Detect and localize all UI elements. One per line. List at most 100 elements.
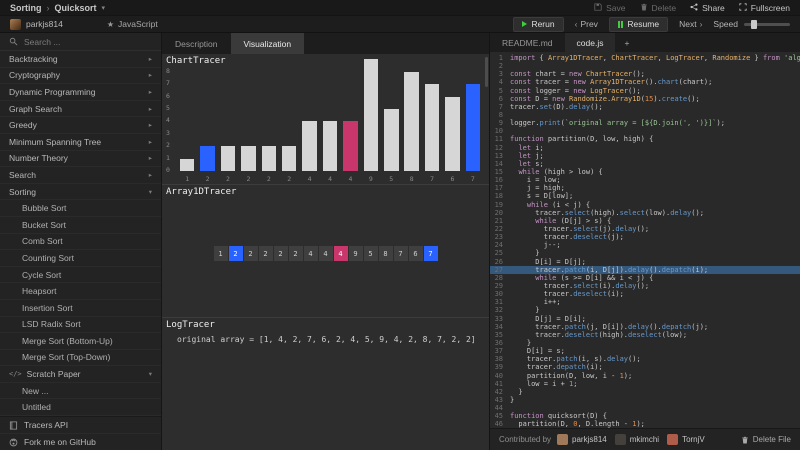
- resume-button[interactable]: Resume: [608, 16, 669, 32]
- sidebar-scratch-items: New ... Untitled: [0, 383, 161, 416]
- chart-x-label: 7: [430, 175, 435, 183]
- code-line: 16 i = low;: [490, 176, 800, 184]
- sidebar-item-comb-sort[interactable]: Comb Sort: [0, 234, 161, 251]
- share-label: Share: [702, 2, 725, 13]
- line-number: 28: [494, 273, 503, 282]
- line-text: }: [510, 338, 532, 347]
- sidebar-item-untitled[interactable]: Untitled: [0, 399, 161, 416]
- array-cell: 4: [318, 246, 333, 261]
- chart-bar-slot: [299, 121, 319, 171]
- delete-file-button[interactable]: Delete File: [741, 435, 791, 444]
- save-button[interactable]: Save: [594, 3, 626, 13]
- line-number: 31: [494, 298, 503, 307]
- code-line: 37 D[i] = s;: [490, 347, 800, 355]
- contributor-name[interactable]: parkjs814: [572, 435, 607, 444]
- code-line: 39 tracer.depatch(i);: [490, 363, 800, 371]
- sidebar-item-counting-sort[interactable]: Counting Sort: [0, 250, 161, 267]
- sidebar-item-search[interactable]: Search ▸: [0, 167, 161, 184]
- code-line: 41 low = i + 1;: [490, 380, 800, 388]
- line-text: tracer.set(D).delay();: [510, 102, 603, 111]
- scrollbar-thumb[interactable]: [485, 57, 488, 87]
- search-input[interactable]: Search ...: [24, 37, 60, 47]
- chart-x-axis: 1 2 2 2 2 2 4 4 4 9 5 8 7 6 7: [177, 175, 483, 183]
- chart-bar-slot: [442, 96, 462, 171]
- line-number: 3: [498, 70, 503, 79]
- username-label[interactable]: parkjs814: [26, 19, 63, 29]
- sidebar-item-cryptography[interactable]: Cryptography ▸: [0, 68, 161, 85]
- contributor-name[interactable]: TornjV: [682, 435, 705, 444]
- sidebar-item-bucket-sort[interactable]: Bucket Sort: [0, 217, 161, 234]
- chart-x-label: 4: [348, 175, 353, 183]
- search-bar[interactable]: Search ...: [0, 33, 161, 51]
- slider-thumb[interactable]: [751, 19, 757, 29]
- language-tab[interactable]: ★ JavaScript: [107, 19, 158, 29]
- speed-label: Speed: [713, 19, 738, 29]
- sidebar-item-minimum-spanning-tree[interactable]: Minimum Spanning Tree ▸: [0, 134, 161, 151]
- code-line: 9 logger.print(`original array = [${D.joi…: [490, 119, 800, 127]
- code-icon: </>: [9, 370, 22, 379]
- line-number: 30: [494, 290, 503, 299]
- sidebar-item-lsd-radix-sort[interactable]: LSD Radix Sort: [0, 317, 161, 334]
- chart-y-tick: 0: [166, 166, 170, 174]
- fullscreen-label: Fullscreen: [750, 2, 790, 13]
- line-number: 46: [494, 420, 503, 428]
- fullscreen-icon: [739, 2, 747, 13]
- sidebar-item-merge-sort-top-down[interactable]: Merge Sort (Top-Down): [0, 350, 161, 367]
- new-tab-button[interactable]: +: [615, 33, 638, 52]
- sidebar-item-backtracking[interactable]: Backtracking ▸: [0, 51, 161, 68]
- category-label: Number Theory: [9, 153, 68, 164]
- category-label: Graph Search: [9, 103, 62, 114]
- top-bar: Sorting › Quicksort ▾ Save Delete Share Ful…: [0, 0, 800, 16]
- line-text: function partition(D, low, high) {: [510, 135, 654, 144]
- sidebar-item-graph-search[interactable]: Graph Search ▸: [0, 101, 161, 118]
- tab-readme-md[interactable]: README.md: [490, 33, 565, 52]
- sidebar-item-cycle-sort[interactable]: Cycle Sort: [0, 267, 161, 284]
- share-button[interactable]: Share: [690, 3, 725, 13]
- sidebar-item-scratch-paper[interactable]: </> Scratch Paper ▾: [0, 366, 161, 383]
- line-number: 13: [494, 151, 503, 160]
- sidebar-item-new[interactable]: New ...: [0, 383, 161, 400]
- chart-y-axis: 0 1 2 3 4 5 6 7 8: [166, 54, 176, 174]
- line-number: 20: [494, 208, 503, 217]
- sidebar-item-number-theory[interactable]: Number Theory ▸: [0, 151, 161, 168]
- sidebar-item-tracers-api[interactable]: Tracers API: [0, 417, 161, 434]
- sidebar-item-insertion-sort[interactable]: Insertion Sort: [0, 300, 161, 317]
- line-text: i++;: [510, 298, 561, 307]
- sidebar-item-sorting[interactable]: Sorting ▾: [0, 184, 161, 201]
- book-icon: [9, 421, 18, 430]
- breadcrumb-separator-icon: ›: [46, 2, 50, 13]
- next-button[interactable]: Next ›: [679, 19, 702, 29]
- code-editor[interactable]: 1 import { Array1DTracer, ChartTracer, Lo…: [490, 52, 800, 428]
- sidebar-item-greedy[interactable]: Greedy ▸: [0, 117, 161, 134]
- line-text: const logger = new LogTracer();: [510, 86, 641, 95]
- line-text: j = high;: [510, 184, 565, 193]
- prev-button[interactable]: ‹ Prev: [575, 19, 598, 29]
- breadcrumb-category[interactable]: Sorting: [10, 3, 42, 13]
- chevron-down-icon[interactable]: ▾: [102, 4, 106, 12]
- contributor-name[interactable]: mkimchi: [630, 435, 659, 444]
- speed-slider[interactable]: [744, 19, 790, 29]
- breadcrumb: Sorting › Quicksort ▾: [10, 3, 105, 13]
- tab-description[interactable]: Description: [162, 33, 231, 54]
- editor-tab-bar: README.md code.js +: [490, 33, 800, 52]
- fullscreen-button[interactable]: Fullscreen: [739, 3, 790, 13]
- code-line: 19 while (i < j) {: [490, 201, 800, 209]
- sidebar-item-heapsort[interactable]: Heapsort: [0, 283, 161, 300]
- breadcrumb-current[interactable]: Quicksort: [55, 3, 97, 13]
- tab-code-js[interactable]: code.js: [564, 33, 616, 52]
- delete-button[interactable]: Delete: [640, 3, 676, 13]
- sidebar-item-fork-github[interactable]: Fork me on GitHub: [0, 433, 161, 450]
- sidebar-item-dynamic-programming[interactable]: Dynamic Programming ▸: [0, 84, 161, 101]
- code-line: 18 s = D[low];: [490, 192, 800, 200]
- rerun-button[interactable]: Rerun: [513, 16, 564, 32]
- chart-y-tick: 4: [166, 116, 170, 125]
- chart-plot: [177, 55, 483, 171]
- sidebar-item-merge-sort-bottom-up[interactable]: Merge Sort (Bottom-Up): [0, 333, 161, 350]
- chart-bar: [322, 121, 338, 171]
- user-avatar[interactable]: [10, 18, 21, 30]
- line-number: 7: [498, 102, 503, 111]
- contributor-avatar: [557, 434, 569, 445]
- tab-visualization[interactable]: Visualization: [230, 33, 305, 54]
- chart-y-tick: 5: [166, 104, 170, 112]
- sidebar-item-bubble-sort[interactable]: Bubble Sort: [0, 200, 161, 217]
